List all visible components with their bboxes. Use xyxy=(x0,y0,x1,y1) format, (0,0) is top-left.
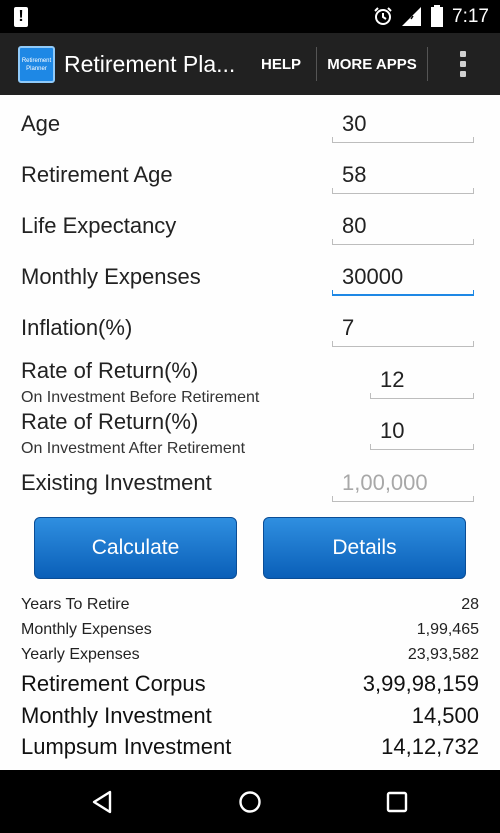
status-bar: ! 7:17 xyxy=(0,0,500,33)
result-label: Retirement Corpus xyxy=(21,671,206,696)
result-label: Monthly Investment xyxy=(21,703,212,728)
age-label: Age xyxy=(21,111,61,136)
result-years-to-retire: Years To Retire 28 xyxy=(21,596,479,614)
app-title: Retirement Pla... xyxy=(64,51,236,77)
inflation-label: Inflation(%) xyxy=(21,315,133,340)
details-button[interactable]: Details xyxy=(263,517,466,579)
result-value: 14,12,732 xyxy=(381,734,479,759)
existing-investment-field[interactable]: 1,00,000 xyxy=(332,466,474,502)
calculate-button[interactable]: Calculate xyxy=(34,517,237,579)
result-value: 23,93,582 xyxy=(407,646,479,663)
existing-investment-placeholder: 1,00,000 xyxy=(342,470,428,495)
inflation-value: 7 xyxy=(342,315,355,340)
action-divider xyxy=(427,47,428,81)
life-expectancy-value: 80 xyxy=(342,213,367,238)
result-lumpsum-investment: Lumpsum Investment 14,12,732 xyxy=(21,734,479,760)
app-logo: Retirement Planner xyxy=(18,46,55,83)
monthly-expenses-value: 30000 xyxy=(342,264,404,289)
app-logo-text: Retirement Planner xyxy=(21,58,52,72)
main-content: Age 30 Retirement Age 58 Life Expectancy… xyxy=(0,95,500,770)
action-divider xyxy=(316,47,317,81)
overflow-menu-icon[interactable] xyxy=(448,47,478,81)
inflation-field[interactable]: 7 xyxy=(332,311,474,347)
return-after-label: Rate of Return(%) xyxy=(21,409,199,434)
retirement-age-field[interactable]: 58 xyxy=(332,158,474,194)
result-value: 1,99,465 xyxy=(416,621,479,638)
navigation-bar xyxy=(0,770,500,833)
result-label: Years To Retire xyxy=(21,596,130,613)
more-apps-button[interactable]: MORE APPS xyxy=(318,43,426,85)
alarm-icon xyxy=(374,7,392,25)
retirement-age-label: Retirement Age xyxy=(21,162,173,187)
result-retirement-corpus: Retirement Corpus 3,99,98,159 xyxy=(21,671,479,697)
return-before-label: Rate of Return(%) xyxy=(21,358,199,383)
warning-icon: ! xyxy=(14,7,28,27)
back-icon[interactable] xyxy=(91,790,115,814)
action-bar: Retirement Planner Retirement Pla... HEL… xyxy=(0,33,500,95)
signal-icon xyxy=(402,7,421,26)
result-monthly-investment: Monthly Investment 14,500 xyxy=(21,703,479,729)
return-after-value: 10 xyxy=(380,418,405,443)
battery-icon xyxy=(431,5,443,27)
life-expectancy-label: Life Expectancy xyxy=(21,213,177,238)
return-after-sublabel: On Investment After Retirement xyxy=(21,440,246,457)
home-icon[interactable] xyxy=(238,790,262,814)
monthly-expenses-field[interactable]: 30000 xyxy=(332,260,474,296)
help-button[interactable]: HELP xyxy=(247,43,315,85)
return-before-value: 12 xyxy=(380,367,405,392)
return-before-field[interactable]: 12 xyxy=(370,363,474,399)
age-field[interactable]: 30 xyxy=(332,107,474,143)
recent-apps-icon[interactable] xyxy=(385,790,409,814)
result-yearly-expenses: Yearly Expenses 23,93,582 xyxy=(21,646,479,664)
result-monthly-expenses: Monthly Expenses 1,99,465 xyxy=(21,621,479,639)
age-value: 30 xyxy=(342,111,367,136)
existing-investment-label: Existing Investment xyxy=(21,470,212,495)
result-value: 14,500 xyxy=(411,703,479,728)
result-value: 28 xyxy=(461,596,479,613)
result-label: Yearly Expenses xyxy=(21,646,140,663)
monthly-expenses-label: Monthly Expenses xyxy=(21,264,201,289)
life-expectancy-field[interactable]: 80 xyxy=(332,209,474,245)
retirement-age-value: 58 xyxy=(342,162,367,187)
result-value: 3,99,98,159 xyxy=(362,671,479,696)
status-time: 7:17 xyxy=(452,6,489,27)
return-after-field[interactable]: 10 xyxy=(370,414,474,450)
result-label: Lumpsum Investment xyxy=(21,734,232,759)
return-before-sublabel: On Investment Before Retirement xyxy=(21,389,260,406)
result-label: Monthly Expenses xyxy=(21,621,152,638)
